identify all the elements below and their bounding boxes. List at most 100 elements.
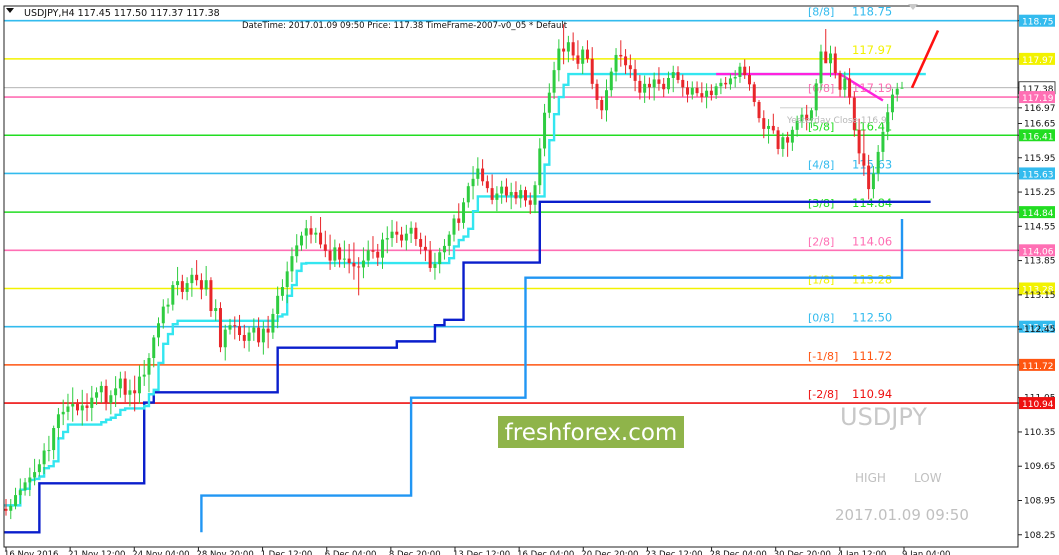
murrey-level-tag: [8/8] xyxy=(808,6,834,19)
candle-body xyxy=(338,247,342,260)
candle-body xyxy=(562,48,566,52)
candle-body xyxy=(409,227,413,234)
candle-body xyxy=(628,65,632,70)
candle-body xyxy=(848,78,852,98)
murrey-level-tag: [1/8] xyxy=(808,273,834,286)
candle-body xyxy=(56,414,60,429)
price-chart[interactable]: [8/8] 118.75117.97[6/8] 117.19[5/8] 116.41[… xyxy=(0,0,1059,555)
candle-body xyxy=(280,287,284,296)
x-tick-label: 16 Dec 04:00 xyxy=(517,550,574,555)
candle-body xyxy=(462,202,466,223)
y-tick-label: 115.25 xyxy=(1024,188,1056,198)
candle-body xyxy=(404,233,408,241)
candle-body xyxy=(99,385,103,393)
candle-body xyxy=(490,188,494,200)
candle-body xyxy=(895,88,899,95)
candle-body xyxy=(414,227,418,240)
x-tick-label: 24 Nov 04:00 xyxy=(132,550,189,555)
candle-body xyxy=(733,76,737,79)
candle-body xyxy=(662,83,666,90)
candle-body xyxy=(371,250,375,252)
murrey-level-value: 113.28 xyxy=(852,272,892,286)
high-label: HIGH xyxy=(855,471,886,485)
candle-body xyxy=(199,280,203,290)
candle-body xyxy=(695,87,699,94)
candle-body xyxy=(185,283,189,292)
candle-body xyxy=(829,53,833,64)
candle-body xyxy=(109,395,113,404)
candle-body xyxy=(743,66,747,76)
candle-body xyxy=(52,428,56,451)
murrey-level-tag: [-2/8] xyxy=(808,388,838,401)
candle-body xyxy=(385,238,389,240)
candle-body xyxy=(333,247,337,261)
candle-body xyxy=(328,250,332,261)
candle-body xyxy=(838,73,842,90)
murrey-level-value: 114.84 xyxy=(852,196,892,210)
murrey-level-value: 111.72 xyxy=(852,349,892,363)
x-tick-label: 4 Jan 12:00 xyxy=(838,550,886,555)
candle-body xyxy=(142,374,146,377)
candle-body xyxy=(71,404,75,407)
murrey-level-tag: [2/8] xyxy=(808,235,834,248)
candle-body xyxy=(609,71,613,91)
candle-body xyxy=(476,168,480,179)
candle-body xyxy=(80,405,84,411)
candle-body xyxy=(819,51,823,84)
candle-body xyxy=(419,239,423,247)
candle-body xyxy=(814,83,818,111)
y-tick-label: 113.85 xyxy=(1024,257,1056,267)
candle-body xyxy=(652,79,656,88)
candle-body xyxy=(376,251,380,258)
murrey-level-value: 114.06 xyxy=(852,234,892,248)
candle-body xyxy=(709,90,713,96)
candle-body xyxy=(195,274,199,281)
info-line: DateTime: 2017.01.09 09:50 Price: 117.38… xyxy=(242,21,568,31)
candle-body xyxy=(357,266,361,268)
candle-body xyxy=(438,252,442,265)
candle-body xyxy=(137,376,141,394)
x-tick-label: 6 Dec 04:00 xyxy=(325,550,377,555)
candle-body xyxy=(171,285,175,305)
x-tick-label: 28 Nov 20:00 xyxy=(196,550,253,555)
candle-body xyxy=(37,464,41,473)
candle-body xyxy=(466,186,470,203)
candle-body xyxy=(528,200,532,205)
candle-body xyxy=(157,323,161,338)
candle-body xyxy=(228,325,232,330)
y-tick-label: 117.19 xyxy=(1022,94,1054,104)
y-tick-label: 117.97 xyxy=(1022,56,1054,66)
candle-body xyxy=(538,148,542,186)
candle-body xyxy=(209,280,213,312)
candle-body xyxy=(638,80,642,93)
symbol-header: USDJPY,H4 117.45 117.50 117.37 117.38 xyxy=(24,8,220,19)
candle-body xyxy=(452,218,456,235)
candle-body xyxy=(233,325,237,327)
candle-body xyxy=(261,328,265,343)
candle-body xyxy=(509,192,513,196)
candle-body xyxy=(543,112,547,149)
candle-body xyxy=(395,231,399,235)
candle-body xyxy=(114,388,118,396)
candle-body xyxy=(123,378,127,395)
candle-body xyxy=(633,69,637,81)
murrey-level-tag: [0/8] xyxy=(808,312,834,325)
candle-body xyxy=(471,178,475,187)
candle-body xyxy=(433,264,437,268)
candle-body xyxy=(557,48,561,71)
candle-body xyxy=(495,193,499,200)
murrey-level-value: 117.97 xyxy=(852,43,892,57)
candle-body xyxy=(690,87,694,95)
candle-body xyxy=(218,308,222,348)
candle-body xyxy=(442,245,446,253)
candle-body xyxy=(890,94,894,113)
candle-body xyxy=(390,231,394,239)
candle-body xyxy=(271,313,275,333)
candle-body xyxy=(423,246,427,251)
candle-body xyxy=(786,137,790,143)
y-tick-label: 114.84 xyxy=(1022,209,1054,219)
candle-body xyxy=(747,75,751,85)
candle-body xyxy=(295,245,299,257)
candle-body xyxy=(523,190,527,201)
murrey-level-tag: [-1/8] xyxy=(808,350,838,363)
